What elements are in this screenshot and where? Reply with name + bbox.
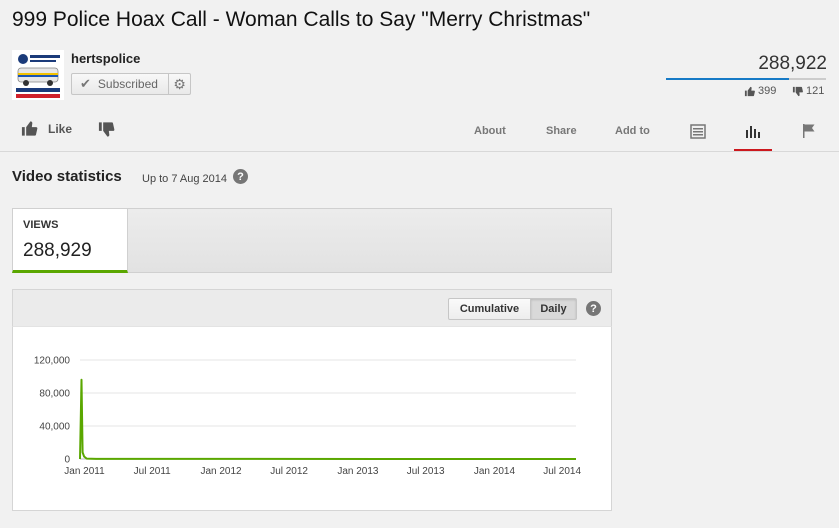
flag-icon bbox=[803, 124, 815, 138]
tab-report[interactable] bbox=[802, 123, 817, 144]
sentiment-like-fill bbox=[666, 78, 789, 80]
channel-name[interactable]: hertspolice bbox=[71, 51, 140, 66]
thumbs-down-icon bbox=[98, 122, 115, 137]
x-tick-label: Jul 2012 bbox=[270, 466, 308, 477]
series-line bbox=[79, 378, 577, 460]
dislike-count-value: 121 bbox=[806, 85, 825, 97]
help-icon[interactable]: ? bbox=[233, 169, 248, 184]
x-tick-label: Jan 2014 bbox=[474, 466, 516, 477]
metric-views-tab[interactable]: VIEWS 288,929 bbox=[12, 208, 128, 273]
thumbs-up-icon bbox=[21, 121, 38, 136]
view-count: 288,922 bbox=[758, 53, 827, 74]
stats-heading: Video statistics bbox=[12, 168, 122, 185]
metric-views-value: 288,929 bbox=[23, 240, 92, 261]
views-chart: 0 40,000 80,000 120,000 Jan 2011 Jul 2011 Jan … bbox=[34, 356, 582, 478]
video-title: 999 Police Hoax Call - Woman Calls to Sa… bbox=[12, 8, 591, 31]
y-tick-label: 120,000 bbox=[34, 356, 71, 367]
tab-share[interactable]: Share bbox=[546, 125, 577, 137]
y-tick-label: 80,000 bbox=[39, 389, 70, 400]
like-button-label: Like bbox=[48, 121, 73, 136]
tab-statistics[interactable] bbox=[734, 118, 772, 152]
x-tick-label: Jan 2012 bbox=[200, 466, 242, 477]
thumbs-down-icon bbox=[792, 86, 803, 96]
y-tick-label: 40,000 bbox=[39, 422, 70, 433]
x-tick-label: Jan 2013 bbox=[337, 466, 379, 477]
y-tick-label: 0 bbox=[64, 455, 70, 466]
thumbs-up-icon bbox=[744, 86, 755, 96]
dislike-count: 121 bbox=[792, 85, 824, 97]
tab-transcript[interactable] bbox=[690, 124, 706, 144]
gear-icon: ⚙ bbox=[173, 75, 186, 92]
tab-add-to[interactable]: Add to bbox=[615, 125, 650, 137]
cumulative-toggle[interactable]: Cumulative bbox=[448, 298, 531, 320]
sentiment-bar bbox=[666, 78, 826, 80]
x-tick-label: Jan 2011 bbox=[64, 466, 105, 477]
like-count-value: 399 bbox=[758, 85, 777, 97]
stats-date: Up to 7 Aug 2014 bbox=[142, 173, 228, 185]
x-tick-label: Jul 2013 bbox=[407, 466, 445, 477]
subscription-settings-button[interactable]: ⚙ bbox=[169, 73, 191, 95]
like-button[interactable]: Like bbox=[20, 120, 72, 137]
x-tick-label: Jul 2011 bbox=[134, 466, 172, 477]
tab-about[interactable]: About bbox=[474, 125, 506, 137]
daily-toggle[interactable]: Daily bbox=[531, 298, 577, 320]
herts-police-logo-icon[interactable] bbox=[12, 50, 64, 100]
like-count: 399 bbox=[744, 85, 776, 97]
x-tick-label: Jul 2014 bbox=[543, 466, 581, 477]
subscribe-label: Subscribed bbox=[97, 77, 158, 91]
bar-chart-icon bbox=[746, 126, 760, 138]
action-bar-divider bbox=[0, 151, 839, 152]
metric-views-label: VIEWS bbox=[23, 219, 59, 231]
chart-help-icon[interactable]: ? bbox=[586, 301, 601, 316]
dislike-button[interactable] bbox=[97, 121, 115, 143]
transcript-icon bbox=[690, 124, 706, 139]
subscribe-button[interactable]: ✔ Subscribed bbox=[71, 73, 169, 95]
checkmark-icon: ✔ bbox=[80, 76, 91, 91]
